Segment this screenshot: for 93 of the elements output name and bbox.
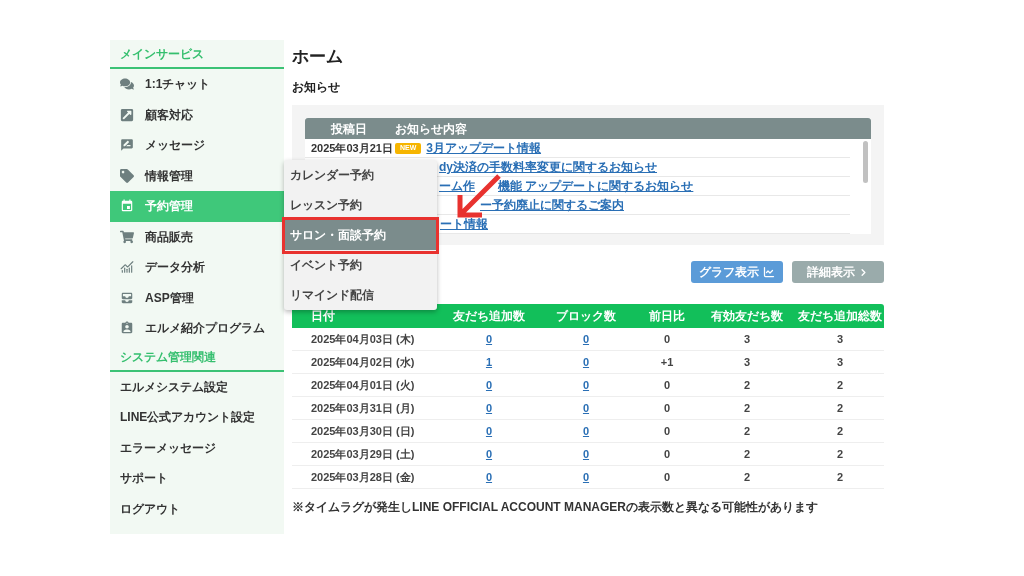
sidebar-item[interactable]: 商品販売 <box>110 221 284 252</box>
tag-icon <box>120 168 134 183</box>
date-cell: 2025年03月21日 <box>311 141 393 155</box>
scrollbar-thumb[interactable] <box>863 141 868 183</box>
count-link[interactable]: 0 <box>485 378 493 392</box>
calendar-icon <box>120 199 134 214</box>
section-heading: メインサービス <box>110 40 284 69</box>
table-cell: +1 <box>660 355 674 369</box>
table-cell: 3 <box>743 332 751 346</box>
menu-item[interactable]: イベント予約 <box>284 250 437 280</box>
column-header: 有効友だち数 <box>711 309 783 323</box>
section-heading: システム管理関連 <box>110 343 284 372</box>
table-cell: 2 <box>836 378 844 392</box>
count-link[interactable]: 0 <box>582 424 590 438</box>
chevron-right-icon <box>858 266 869 278</box>
table-cell: 0 <box>663 470 671 484</box>
date-cell: 2025年03月31日 (月) <box>311 401 415 415</box>
sidebar-item[interactable]: 1:1チャット <box>110 69 284 100</box>
sidebar-item[interactable]: エラーメッセージ <box>110 432 284 463</box>
count-link[interactable]: 0 <box>582 470 590 484</box>
date-cell: 2025年04月01日 (火) <box>311 378 415 392</box>
sidebar-item[interactable]: ログアウト <box>110 493 284 524</box>
table-cell: 0 <box>663 424 671 438</box>
table-cell: 0 <box>663 378 671 392</box>
sidebar-item[interactable]: エルメ紹介プログラム <box>110 313 284 344</box>
sidebar-item[interactable]: サポート <box>110 463 284 494</box>
column-header: 前日比 <box>649 309 685 323</box>
date-cell: 2025年04月02日 (水) <box>311 355 415 369</box>
count-link[interactable]: 1 <box>485 355 493 369</box>
notice-link[interactable]: ート情報 <box>440 217 488 231</box>
date-cell: 2025年03月28日 (金) <box>311 470 415 484</box>
count-link[interactable]: 0 <box>485 470 493 484</box>
count-link[interactable]: 0 <box>485 332 493 346</box>
notice-link[interactable]: ーム作 <box>439 179 475 193</box>
notice-link[interactable]: dy決済の手数料率変更に関するお知らせ <box>439 160 657 174</box>
column-header: 友だち追加総数 <box>798 309 882 323</box>
date-cell: 2025年03月29日 (土) <box>311 447 415 461</box>
table-cell: 0 <box>663 401 671 415</box>
table-cell: 2 <box>743 378 751 392</box>
footnote-text: ※タイムラグが発生しLINE OFFICIAL ACCOUNT MANAGERの表示数と異なる可能性があります <box>292 500 819 514</box>
count-link[interactable]: 0 <box>582 401 590 415</box>
sidebar-item[interactable]: 顧客対応 <box>110 99 284 130</box>
sidebar-item[interactable]: LINE公式アカウント設定 <box>110 402 284 433</box>
sidebar-item[interactable]: ASP管理 <box>110 282 284 313</box>
count-link[interactable]: 0 <box>582 378 590 392</box>
menu-item[interactable]: サロン・面談予約 <box>284 220 437 250</box>
chart-icon <box>120 260 134 275</box>
notice-link[interactable]: 機能 アップデートに関するお知らせ <box>498 179 694 193</box>
sidebar-item[interactable]: エルメシステム設定 <box>110 371 284 402</box>
count-link[interactable]: 0 <box>485 401 493 415</box>
column-header: ブロック数 <box>556 309 616 323</box>
external-link-icon <box>120 107 134 122</box>
message-edit-icon <box>120 138 134 153</box>
table-cell: 2 <box>743 424 751 438</box>
table-cell: 2 <box>743 470 751 484</box>
table-cell: 2 <box>743 401 751 415</box>
table-cell: 3 <box>836 355 844 369</box>
page-title: ホーム <box>292 47 344 67</box>
table-cell: 2 <box>743 447 751 461</box>
chat-bubbles-icon <box>120 77 134 92</box>
menu-item[interactable]: カレンダー予約 <box>284 160 437 190</box>
sidebar-item[interactable]: データ分析 <box>110 252 284 283</box>
count-link[interactable]: 0 <box>485 424 493 438</box>
id-badge-icon <box>120 321 134 336</box>
table-cell: 2 <box>836 470 844 484</box>
date-cell: 2025年04月03日 (木) <box>311 332 415 346</box>
line-chart-icon <box>763 266 775 278</box>
table-cell: 2 <box>836 401 844 415</box>
sidebar-item[interactable]: 情報管理 <box>110 160 284 191</box>
count-link[interactable]: 0 <box>582 447 590 461</box>
column-header: お知らせ内容 <box>394 121 467 136</box>
table-cell: 0 <box>663 447 671 461</box>
count-link[interactable]: 0 <box>582 332 590 346</box>
cart-icon <box>120 229 134 244</box>
table-cell: 3 <box>836 332 844 346</box>
date-cell: 2025年03月30日 (日) <box>311 424 415 438</box>
column-header: 日付 <box>311 309 335 323</box>
section-title: お知らせ <box>292 80 341 94</box>
notice-link[interactable]: 3月アップデート情報 <box>426 141 542 155</box>
graph-button[interactable]: グラフ表示 <box>691 261 783 283</box>
table-cell: 3 <box>743 355 751 369</box>
tray-icon <box>120 290 134 305</box>
count-link[interactable]: 0 <box>485 447 493 461</box>
column-header: 投稿日 <box>331 121 367 136</box>
notice-link[interactable]: ー予約廃止に関するご案内 <box>480 198 624 212</box>
table-cell: 2 <box>836 447 844 461</box>
table-cell: 2 <box>836 424 844 438</box>
menu-item[interactable]: リマインド配信 <box>284 280 437 310</box>
count-link[interactable]: 0 <box>582 355 590 369</box>
menu-item[interactable]: レッスン予約 <box>284 190 437 220</box>
column-header: 友だち追加数 <box>453 309 525 323</box>
table-cell: 0 <box>663 332 671 346</box>
sidebar-item[interactable]: メッセージ <box>110 130 284 161</box>
